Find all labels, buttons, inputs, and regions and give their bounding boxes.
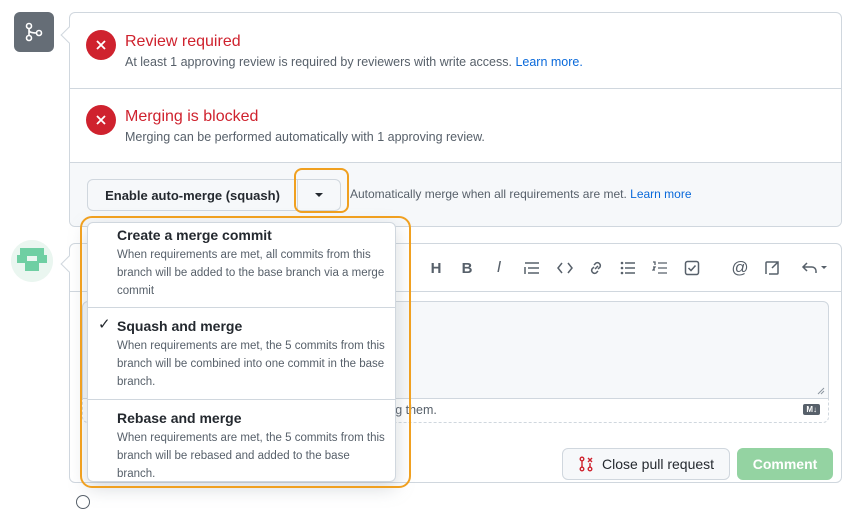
info-icon — [76, 495, 90, 509]
avatar — [11, 240, 53, 282]
mention-icon[interactable]: @ — [731, 258, 749, 277]
auto-merge-learn-more-link[interactable]: Learn more — [630, 187, 691, 201]
check-merging-blocked: Merging is blocked Merging can be perfor… — [70, 89, 841, 163]
git-pull-request-closed-icon — [579, 456, 593, 472]
close-pull-request-label: Close pull request — [601, 456, 715, 472]
check-title: Merging is blocked — [125, 108, 259, 125]
identicon-icon — [11, 240, 53, 282]
markdown-icon: M↓ — [803, 404, 820, 415]
learn-more-link[interactable]: Learn more. — [515, 55, 582, 69]
close-pull-request-button[interactable]: Close pull request — [562, 448, 730, 480]
check-description: Merging can be performed automatically w… — [125, 130, 485, 144]
reply-icon[interactable] — [800, 259, 830, 277]
x-circle-icon — [86, 105, 116, 135]
italic-icon[interactable]: I — [490, 259, 508, 277]
comment-button[interactable]: Comment — [737, 448, 833, 480]
check-description-text: At least 1 approving review is required … — [125, 55, 512, 69]
code-icon[interactable] — [556, 259, 574, 277]
bold-icon[interactable]: B — [458, 259, 476, 277]
heading-icon[interactable]: H — [427, 259, 445, 277]
ordered-list-icon[interactable] — [651, 259, 669, 277]
unordered-list-icon[interactable] — [619, 259, 637, 277]
enable-auto-merge-button[interactable]: Enable auto-merge (squash) — [87, 179, 298, 211]
quote-icon[interactable] — [523, 259, 541, 277]
merge-status-box: Review required At least 1 approving rev… — [60, 12, 842, 227]
check-review-required: Review required At least 1 approving rev… — [70, 13, 841, 89]
reference-icon[interactable] — [763, 259, 781, 277]
link-icon[interactable] — [587, 259, 605, 277]
auto-merge-hint-text: Automatically merge when all requirement… — [350, 187, 627, 201]
auto-merge-hint: Automatically merge when all requirement… — [350, 187, 692, 201]
highlight-dropdown-toggle — [294, 168, 349, 213]
task-list-icon[interactable] — [683, 259, 701, 277]
git-merge-icon-tile — [14, 12, 54, 52]
git-branch-icon — [25, 22, 43, 42]
check-title: Review required — [125, 33, 241, 50]
check-description: At least 1 approving review is required … — [125, 55, 583, 69]
x-circle-icon — [86, 30, 116, 60]
resize-handle-icon[interactable] — [817, 387, 825, 395]
highlight-merge-method-menu — [80, 216, 411, 488]
